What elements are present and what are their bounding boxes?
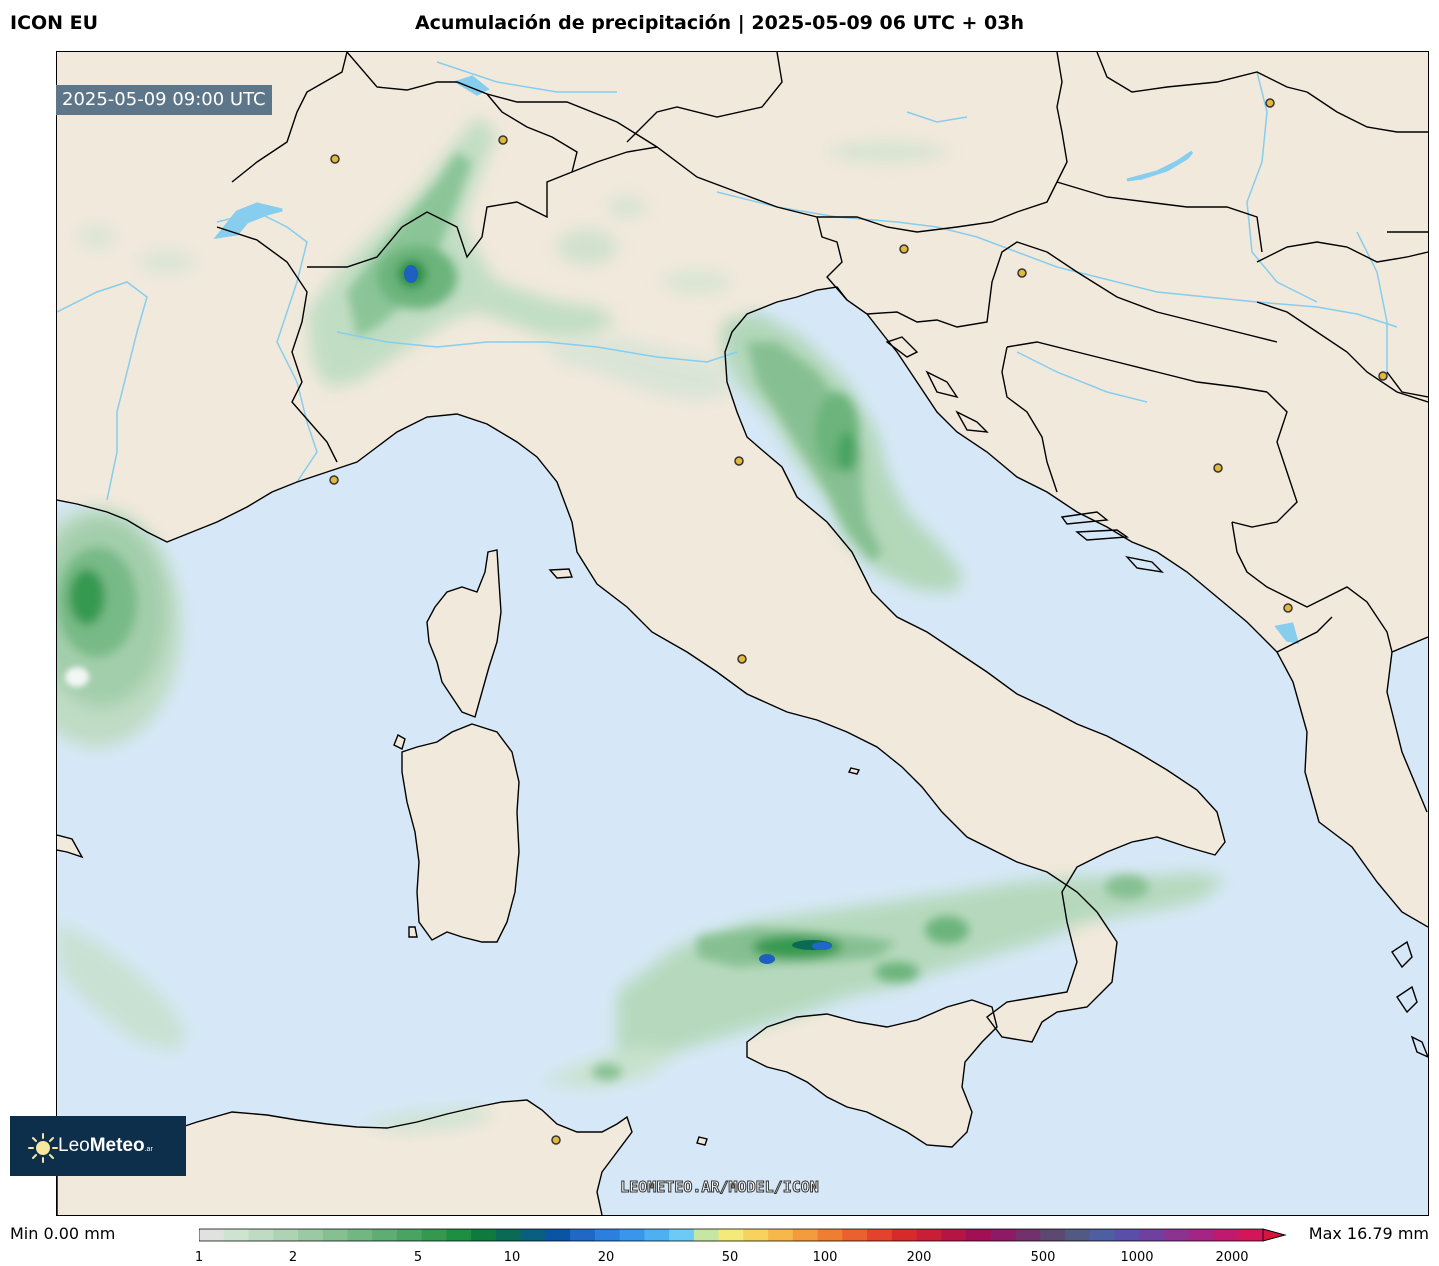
city-marker [330,154,340,164]
colorbar-segment [990,1229,1017,1241]
colorbar-segment [594,1229,621,1241]
colorbar-tick-label: 200 [906,1250,932,1265]
city-marker [551,1135,561,1145]
colorbar-segment [941,1229,967,1241]
land-corsica [427,550,501,717]
colorbar-tick-label: 1000 [1120,1250,1154,1265]
colorbar-segment [1213,1229,1239,1241]
sun-icon [28,1133,58,1163]
city-marker [899,244,909,254]
colorbar-segment [1188,1229,1215,1241]
colorbar-segment [792,1229,819,1241]
colorbar-extend-arrow [1262,1228,1287,1242]
colorbar-segment [297,1229,324,1241]
colorbar-segment [718,1229,744,1241]
city-marker [1378,371,1388,381]
colorbar-segment [619,1229,645,1241]
colorbar-tick-label: 10 [503,1250,521,1265]
colorbar-segment [743,1229,769,1241]
city-marker [1213,463,1223,473]
precipitation-map[interactable] [56,51,1429,1216]
precip-max-alps [404,265,418,283]
colorbar-segment [273,1229,299,1241]
city-marker [734,456,744,466]
city-marker [329,475,339,485]
colorbar-segment [396,1229,423,1241]
colorbar-segment [1015,1229,1041,1241]
colorbar-segment [545,1229,571,1241]
logo-text: LeoMeteo.ar [58,1135,153,1156]
colorbar-segment [644,1229,670,1241]
colorbar-segment [421,1229,448,1241]
colorbar-segment [867,1229,893,1241]
city-marker [1265,98,1275,108]
land-continent [57,52,1428,1042]
colorbar-segment [322,1229,349,1241]
colorbar-segment [495,1229,522,1241]
legend-min-label: Min 0.00 mm [10,1224,116,1243]
page-title: Acumulación de precipitación | 2025-05-0… [414,12,1025,34]
colorbar-segment [891,1229,918,1241]
colorbar-segment [669,1229,695,1241]
land-sardinia [402,724,519,942]
leometeo-logo: LeoMeteo.ar [10,1116,186,1176]
land-sicily [747,1000,997,1147]
colorbar-tick-label: 2000 [1215,1250,1249,1265]
colorbar-segment [372,1229,398,1241]
colorbar-segment [446,1229,472,1241]
colorbar-segment [1139,1229,1165,1241]
colorbar-tick-label: 20 [597,1250,615,1265]
colorbar-segment [1065,1229,1091,1241]
colorbar-segment [693,1229,720,1241]
city-marker [1283,603,1293,613]
colorbar-segment [520,1229,547,1241]
colorbar-segment [223,1229,250,1241]
city-marker [1017,268,1027,278]
colorbar-tick-label: 100 [812,1250,838,1265]
colorbar-segment [1164,1229,1190,1241]
colorbar-tick-label: 1 [194,1250,204,1265]
colorbar-segment [768,1229,794,1241]
colorbar-segment [966,1229,992,1241]
colorbar-segment [1089,1229,1116,1241]
colorbar-segment [570,1229,596,1241]
colorbar-segment [1040,1229,1066,1241]
colorbar-tick-label: 500 [1030,1250,1056,1265]
city-marker [498,135,508,145]
colorbar-segment [347,1229,373,1241]
watermark-url: LEOMETEO.AR/MODEL/ICON [620,1178,820,1197]
colorbar-segment [1238,1229,1264,1241]
colorbar-segment [1114,1229,1140,1241]
legend-max-label: Max 16.79 mm [1308,1224,1429,1243]
city-marker [737,654,747,664]
colorbar-segment [817,1229,843,1241]
land-areas [57,52,1428,1215]
colorbar-tick-label: 2 [288,1250,298,1265]
colorbar-segment [842,1229,868,1241]
colorbar-tick-label: 5 [413,1250,423,1265]
colorbar-segment [199,1229,225,1241]
colorbar-segment [916,1229,942,1241]
colorbar-segment [471,1229,497,1241]
precipitation-colorbar [199,1228,1287,1242]
colorbar-segment [248,1229,274,1241]
colorbar-tick-label: 50 [721,1250,739,1265]
valid-time-badge: 2025-05-09 09:00 UTC [56,85,272,115]
